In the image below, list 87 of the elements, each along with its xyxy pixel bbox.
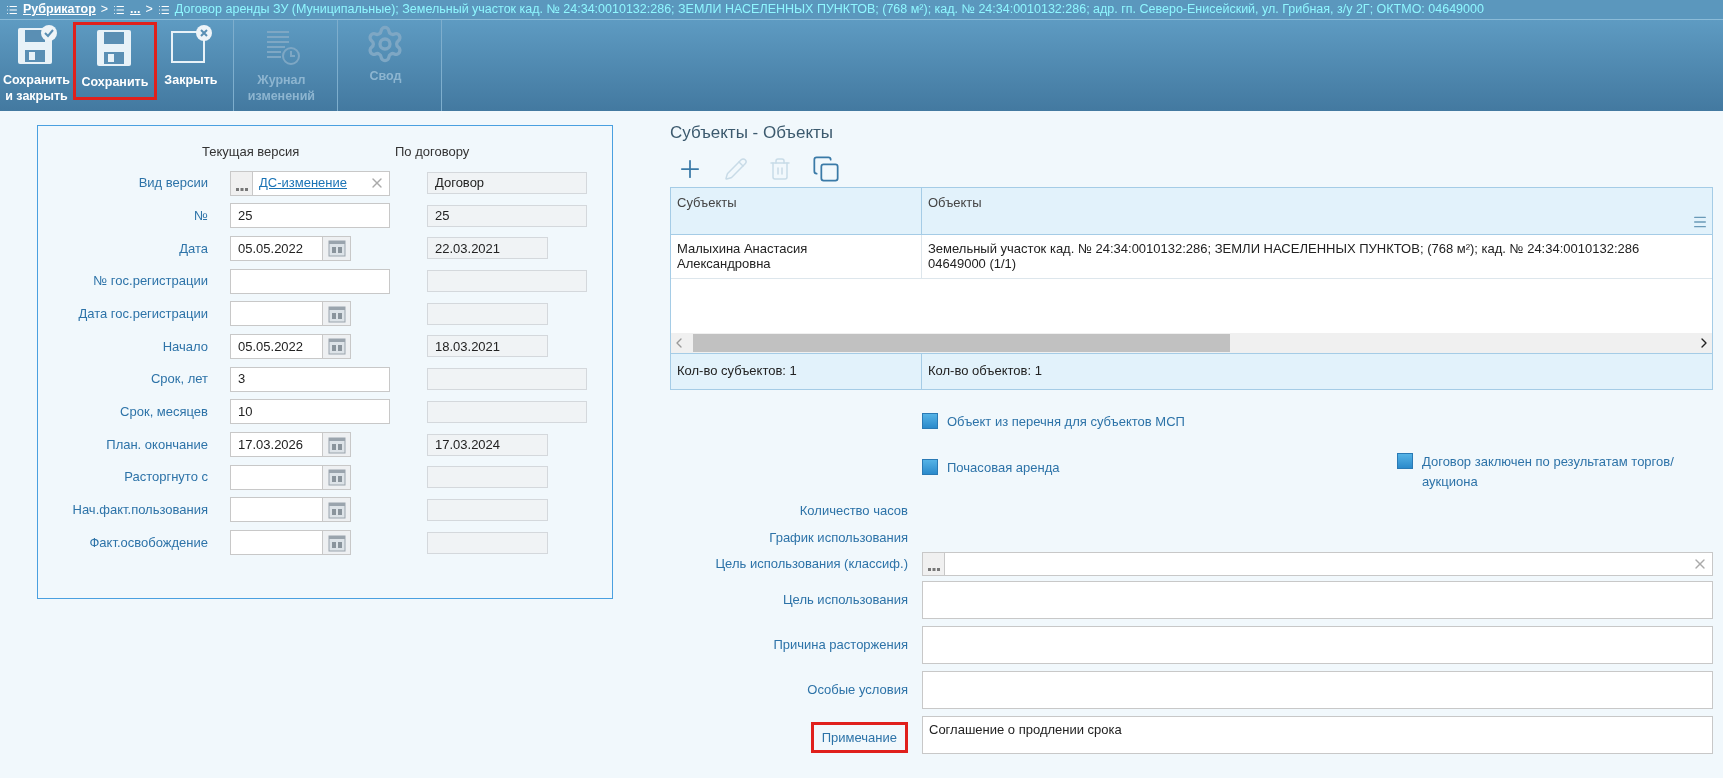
field-label: Дата гос.регистрации [77, 305, 208, 323]
date-field[interactable] [230, 497, 351, 523]
dots-icon[interactable] [231, 171, 253, 195]
field-label: Дата [178, 239, 208, 258]
column-header: Субъекты [671, 187, 922, 234]
field-label: График использования [769, 529, 908, 548]
readonly-field: Договор [427, 172, 587, 194]
text-area[interactable] [922, 625, 1713, 664]
checkbox[interactable] [1397, 452, 1413, 469]
section-title: Субъекты - Объекты [670, 122, 835, 144]
copy-icon[interactable] [812, 154, 840, 183]
table-cell: Малыхина Анастасия Александровна [671, 234, 922, 278]
field-label: Примечание [813, 724, 905, 750]
table-footer-cell-text: Кол-во объектов: 1 [927, 362, 1043, 381]
checkbox-label: Договор заключен по результатам торгов/ аукциона [1422, 452, 1674, 491]
breadcrumb-separator: > [100, 1, 109, 19]
readonly-field: 25 [427, 204, 587, 227]
field-label: № гос.регистрации [92, 272, 208, 291]
field-label: Вид версии [137, 174, 208, 193]
calendar-icon [327, 239, 346, 258]
breadcrumb-separator: > [145, 1, 153, 19]
field-label: Количество часов [799, 502, 908, 521]
calendar-button[interactable] [322, 433, 350, 456]
list-icon [113, 3, 126, 16]
field-label: Причина расторжения [773, 635, 908, 654]
calendar-icon [327, 533, 346, 552]
input-field[interactable]: 25 [230, 203, 390, 229]
checkbox[interactable] [922, 412, 938, 429]
readonly-field: 18.03.2021 [427, 335, 548, 358]
lookup-field[interactable] [922, 551, 1713, 576]
checkbox-label: Почасовая аренда [947, 458, 1060, 477]
input-field[interactable] [230, 268, 390, 294]
list-icon [6, 3, 18, 16]
breadcrumb-link[interactable]: Рубрикатор [23, 0, 96, 19]
calendar-icon [327, 337, 346, 356]
column-header: По договору [395, 143, 470, 161]
calendar-button[interactable] [322, 498, 350, 522]
dots-icon[interactable] [923, 552, 945, 575]
column-header: Объекты [927, 193, 983, 212]
input-field[interactable]: 10 [230, 399, 390, 425]
horizontal-scrollbar[interactable] [671, 332, 1712, 353]
calendar-icon [327, 468, 346, 487]
calendar-button[interactable] [322, 236, 350, 260]
field-label: Срок, месяцев [119, 403, 208, 422]
list-icon [157, 3, 170, 16]
text-area[interactable]: Соглашение о продлении срока [922, 715, 1713, 754]
field-label: Расторгнуто с [123, 468, 208, 487]
column-header: Текущая версия [202, 143, 301, 161]
date-field[interactable]: 05.05.2022 [230, 333, 351, 359]
field-label: Срок, лет [149, 370, 208, 389]
table-cell-text: Земельный участок кад. № 24:34:0010132:286; ЗЕМЛИ НАСЕЛЕННЫХ ПУНКТОВ; (768 м²); кад. № 24:34:0010132:286 04649000 (1/1) [927, 239, 1641, 273]
checkbox[interactable] [922, 458, 938, 475]
calendar-icon [327, 435, 346, 454]
calendar-button[interactable] [322, 531, 350, 555]
field-label: План. окончание [105, 435, 208, 454]
readonly-field: 17.03.2024 [427, 433, 548, 456]
table-footer-cell: Кол-во субъектов: 1 [671, 353, 922, 389]
calendar-icon [327, 500, 346, 519]
readonly-field: 22.03.2021 [427, 237, 548, 260]
breadcrumb-link[interactable]: ... [130, 0, 141, 19]
scrollbar-thumb[interactable] [693, 333, 1230, 352]
text-area[interactable] [922, 670, 1713, 709]
toolbar-button[interactable]: Сохранить [72, 22, 157, 100]
calendar-icon [327, 304, 346, 323]
toolbar-button[interactable]: Сохранить и закрыть [0, 20, 73, 111]
date-field[interactable] [230, 464, 351, 490]
calendar-button[interactable] [322, 334, 350, 358]
lookup-field[interactable]: ДС-изменение [230, 170, 390, 196]
field-label: Нач.факт.пользования [71, 501, 208, 520]
field-label: Цель использования [783, 590, 908, 609]
field-label: Начало [161, 337, 208, 356]
date-field[interactable]: 17.03.2026 [230, 432, 351, 457]
input-field[interactable]: 3 [230, 366, 390, 392]
text-area[interactable] [922, 580, 1713, 619]
toolbar-button[interactable]: Закрыть [156, 20, 225, 111]
field-label: Цель использования (классиф.) [715, 554, 908, 573]
date-field[interactable]: 05.05.2022 [230, 235, 351, 261]
field-label: Факт.освобождение [88, 533, 208, 552]
field-label: Особые условия [807, 680, 908, 699]
checkbox-label: Объект из перечня для субъектов МСП [947, 412, 1185, 431]
version-link[interactable]: ДС-изменение [259, 175, 347, 191]
calendar-button[interactable] [322, 302, 350, 326]
document-title: Договор аренды ЗУ (Муниципальные); Земельный участок кад. № 24:34:0010132:286; ЗЕМЛИ НАСЕЛЕННЫХ ПУНКТОВ; (768 м²); кад. № 24:34:0010132:286; адр. гп. Северо-Енисейский, ул. Грибная, з/у 2Г; ОКТМО: 04649000 [174, 1, 1484, 19]
calendar-button[interactable] [322, 465, 350, 489]
field-label: № [193, 206, 208, 225]
date-field[interactable] [230, 530, 351, 556]
date-field[interactable] [230, 301, 351, 327]
